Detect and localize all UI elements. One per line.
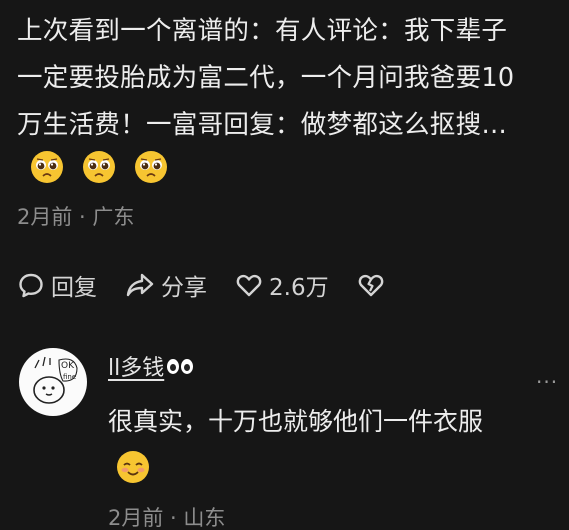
pleading-face-icon xyxy=(31,151,63,183)
share-button[interactable]: 分享 xyxy=(125,268,207,302)
reply-header: ll多钱 xyxy=(108,350,194,382)
like-count: 2.6万 xyxy=(269,275,329,301)
share-arrow-icon xyxy=(126,273,154,297)
reply-username[interactable]: ll多钱 xyxy=(108,350,164,382)
avatar-text: OK xyxy=(61,361,75,371)
reply-comment: OK fine ll多钱 ··· 很真实，十万也就够他们一件衣服 2月前 · 山… xyxy=(0,340,569,530)
dislike-button[interactable] xyxy=(357,271,391,299)
comment-line: 一定要投胎成为富二代，一个月问我爸要10 xyxy=(17,63,515,93)
share-label: 分享 xyxy=(161,275,207,301)
avatar[interactable]: OK fine xyxy=(19,348,87,416)
comment-line: 万生活费！一富哥回复：做梦都这么抠搜… xyxy=(17,110,508,140)
comment-line: 上次看到一个离谱的：有人评论：我下辈子 xyxy=(17,16,508,46)
comment-text: 上次看到一个离谱的：有人评论：我下辈子 一定要投胎成为富二代，一个月问我爸要10… xyxy=(17,8,562,149)
comment-actions: 回复 分享 2.6万 xyxy=(17,268,419,302)
comment-bubble-icon xyxy=(19,273,43,298)
reply-button[interactable]: 回复 xyxy=(17,268,97,302)
heart-icon xyxy=(236,274,262,297)
eyes-icon xyxy=(167,358,194,374)
like-button[interactable]: 2.6万 xyxy=(235,268,329,302)
emoji-row xyxy=(30,150,168,184)
reply-meta: 2月前 · 山东 xyxy=(108,506,226,530)
more-options-button[interactable]: ··· xyxy=(536,370,558,394)
pleading-face-icon xyxy=(135,151,167,183)
comment-meta: 2月前 · 广东 xyxy=(17,205,135,229)
pleading-face-icon xyxy=(83,151,115,183)
blushing-smile-icon xyxy=(117,451,149,483)
reply-text: 很真实，十万也就够他们一件衣服 xyxy=(108,407,484,436)
broken-heart-icon xyxy=(358,274,383,297)
doodle-avatar-icon: OK fine xyxy=(20,349,86,415)
reply-label: 回复 xyxy=(51,275,97,301)
